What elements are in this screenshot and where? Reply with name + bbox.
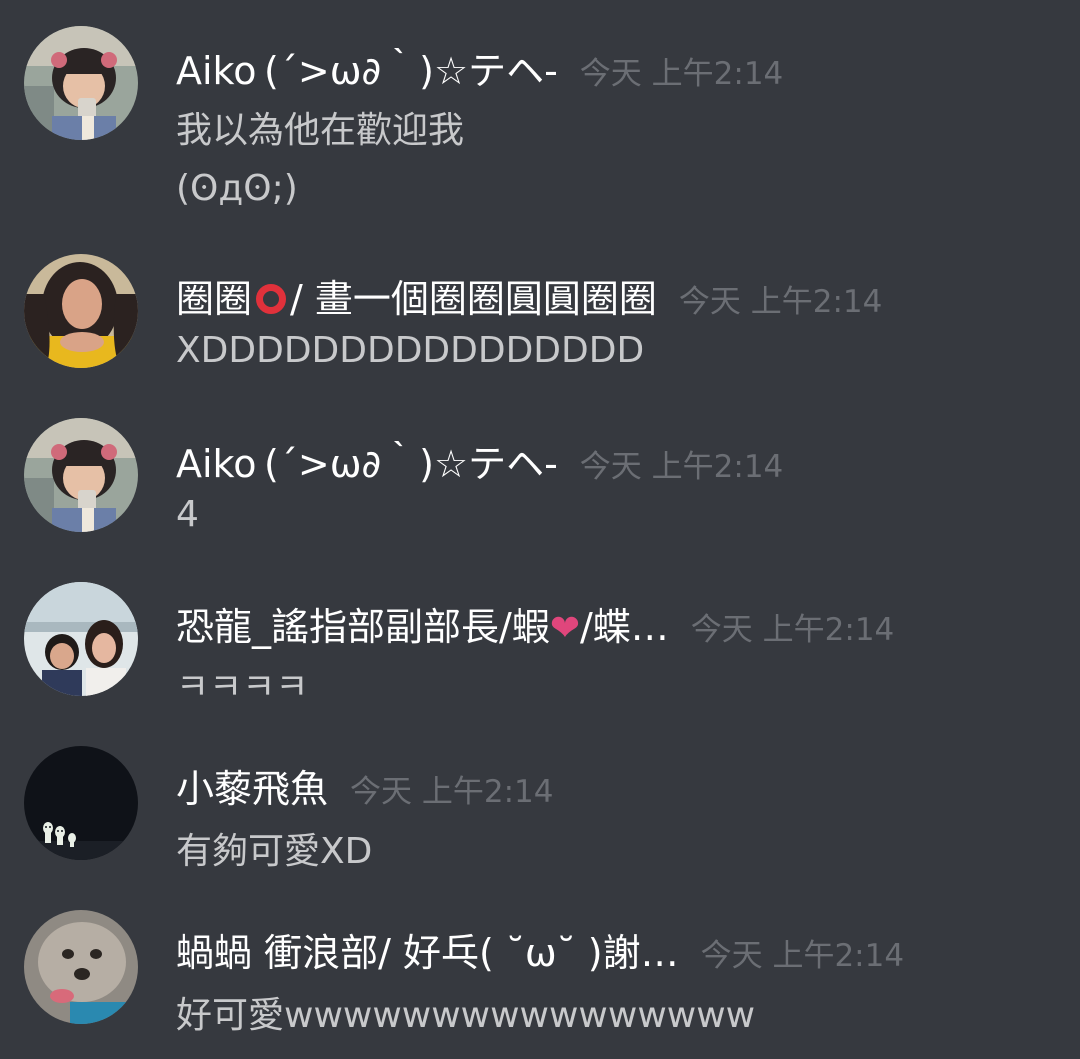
- username[interactable]: 小藜飛魚: [176, 758, 328, 813]
- message-header: 蝸蝸 衝浪部/ 好乓( ˘ω˘ )謝… 今天 上午2:14: [176, 922, 904, 977]
- timestamp: 今天 上午2:14: [579, 56, 784, 92]
- message-text: 有夠可愛XD: [176, 831, 373, 872]
- two-women-avatar-icon: [24, 582, 138, 696]
- message-text: 4: [176, 494, 199, 535]
- avatar[interactable]: [24, 746, 138, 860]
- username[interactable]: Aiko (´>ω∂｀)☆テヘ-: [176, 433, 558, 488]
- username[interactable]: Aiko (´>ω∂｀)☆テヘ-: [176, 40, 558, 95]
- username-part[interactable]: /蝶…: [580, 596, 669, 651]
- message-text: XDDDDDDDDDDDDDDDD: [176, 330, 645, 371]
- message-text: 好可愛wwwwwwwwwwwwwwww: [176, 995, 756, 1036]
- message-header: 圈圈 / 畫一個圈圈圓圓圈圈 今天 上午2:14: [176, 268, 882, 323]
- dog-avatar-icon: [24, 910, 138, 1024]
- timestamp: 今天 上午2:14: [579, 449, 784, 485]
- heart-icon: ❤: [549, 608, 580, 649]
- message-text: (ʘдʘ;): [176, 168, 298, 209]
- woman-yellow-shirt-avatar-icon: [24, 254, 138, 368]
- girl-photo-avatar-icon: [24, 418, 138, 532]
- timestamp: 今天 上午2:14: [350, 774, 554, 810]
- avatar[interactable]: [24, 418, 138, 532]
- username-part[interactable]: 圈圈: [176, 268, 252, 323]
- message-header: Aiko (´>ω∂｀)☆テヘ- 今天 上午2:14: [176, 433, 783, 488]
- message-header: 恐龍_謠指部副部長/蝦 ❤ /蝶… 今天 上午2:14: [176, 596, 894, 651]
- username[interactable]: 蝸蝸 衝浪部/ 好乓( ˘ω˘ )謝…: [176, 922, 679, 977]
- timestamp: 今天 上午2:14: [678, 284, 883, 320]
- avatar[interactable]: [24, 254, 138, 368]
- username-part[interactable]: / 畫一個圈圈圓圓圈圈: [290, 268, 657, 323]
- message-header: Aiko (´>ω∂｀)☆テヘ- 今天 上午2:14: [176, 40, 783, 95]
- message-text: 我以為他在歡迎我: [176, 110, 465, 151]
- message-list: Aiko (´>ω∂｀)☆テヘ- 今天 上午2:14 我以為他在歡迎我 (ʘдʘ…: [0, 0, 1080, 1059]
- girl-photo-avatar-icon: [24, 26, 138, 140]
- username-part[interactable]: 恐龍_謠指部副部長/蝦: [176, 596, 550, 651]
- message-header: 小藜飛魚 今天 上午2:14: [176, 758, 553, 813]
- avatar[interactable]: [24, 582, 138, 696]
- red-circle-icon: [256, 284, 287, 314]
- timestamp: 今天 上午2:14: [700, 938, 905, 974]
- message-text: ㅋㅋㅋㅋ: [176, 667, 309, 708]
- forest-spirits-avatar-icon: [24, 746, 138, 860]
- avatar[interactable]: [24, 26, 138, 140]
- timestamp: 今天 上午2:14: [690, 612, 895, 648]
- avatar[interactable]: [24, 910, 138, 1024]
